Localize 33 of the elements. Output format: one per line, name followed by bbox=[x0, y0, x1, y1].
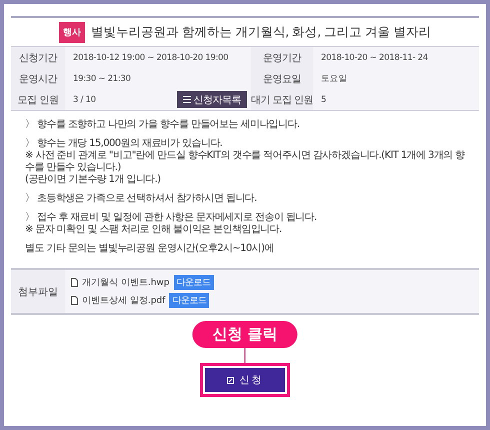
field-value: 5 bbox=[321, 94, 328, 104]
download-button[interactable]: 다운로드 bbox=[169, 293, 210, 308]
field-label: 첨부파일 bbox=[11, 270, 65, 313]
field-label: 대기 모집 인원 bbox=[251, 89, 313, 110]
field-value: 2018-10-20 ~ 2018-11- 24 bbox=[321, 52, 429, 62]
description-line: (공란이면 기본수량 1개 입니다.) bbox=[25, 174, 162, 186]
category-badge: 행사 bbox=[58, 22, 85, 42]
file-name[interactable]: 개기월식 이벤트.hwp bbox=[82, 276, 170, 289]
field-value: 2018-10-12 19:00 ~ 2018-10-20 19:00 bbox=[73, 52, 230, 62]
download-button[interactable]: 다운로드 bbox=[174, 275, 214, 290]
description-line: 〉 향수를 조향하고 나만의 가을 향수를 만들어보는 세미나입니다. bbox=[25, 119, 300, 131]
field-value: 3 / 10 bbox=[73, 94, 97, 104]
leader-line bbox=[244, 348, 246, 363]
field-value: 19:30 ~ 21:30 bbox=[73, 74, 132, 84]
applicant-list-button[interactable]: 신청자목록 bbox=[176, 91, 247, 108]
description-line: 〉 초등학생은 가족으로 선택하셔서 참가하시면 됩니다. bbox=[25, 193, 258, 205]
field-label: 운영요일 bbox=[251, 68, 313, 89]
field-label: 모집 인원 bbox=[11, 89, 65, 110]
menu-icon bbox=[182, 96, 190, 103]
callout-label: 신청 클릭 bbox=[192, 321, 298, 348]
field-label: 신청기간 bbox=[11, 47, 65, 68]
field-label: 운영시간 bbox=[11, 68, 65, 89]
description-line: ※ 문자 미확인 및 스팸 처리로 인해 불이익은 본인책임입니다. bbox=[25, 224, 283, 236]
description-line: 〉 접수 후 재료비 및 일정에 관한 사항은 문자메세지로 전송이 됩니다. bbox=[25, 212, 318, 224]
edit-icon bbox=[226, 376, 234, 384]
description-line: ※ 사전 준비 관계로 "비고"란에 만드실 향수KIT의 갯수를 적어주시면 감사하겠습니다.(KIT 1개에 3개의 향수를 만들수 있습니다.) bbox=[25, 150, 465, 174]
description-line: 별도 기타 문의는 별빛누리공원 운영시간(오후2시~10시)에 bbox=[25, 243, 275, 255]
field-value: 토요일 bbox=[321, 72, 348, 84]
file-name[interactable]: 이벤트상세 일정.pdf bbox=[82, 294, 166, 307]
event-title: 별빛누리공원과 함께하는 개기월식, 화성, 그리고 겨울 별자리 bbox=[90, 24, 432, 40]
description-line: 〉 향수는 개당 15,000원의 재료비가 있습니다. bbox=[25, 138, 224, 150]
apply-button[interactable]: 신청 bbox=[205, 368, 285, 392]
field-label: 운영기간 bbox=[251, 47, 313, 68]
